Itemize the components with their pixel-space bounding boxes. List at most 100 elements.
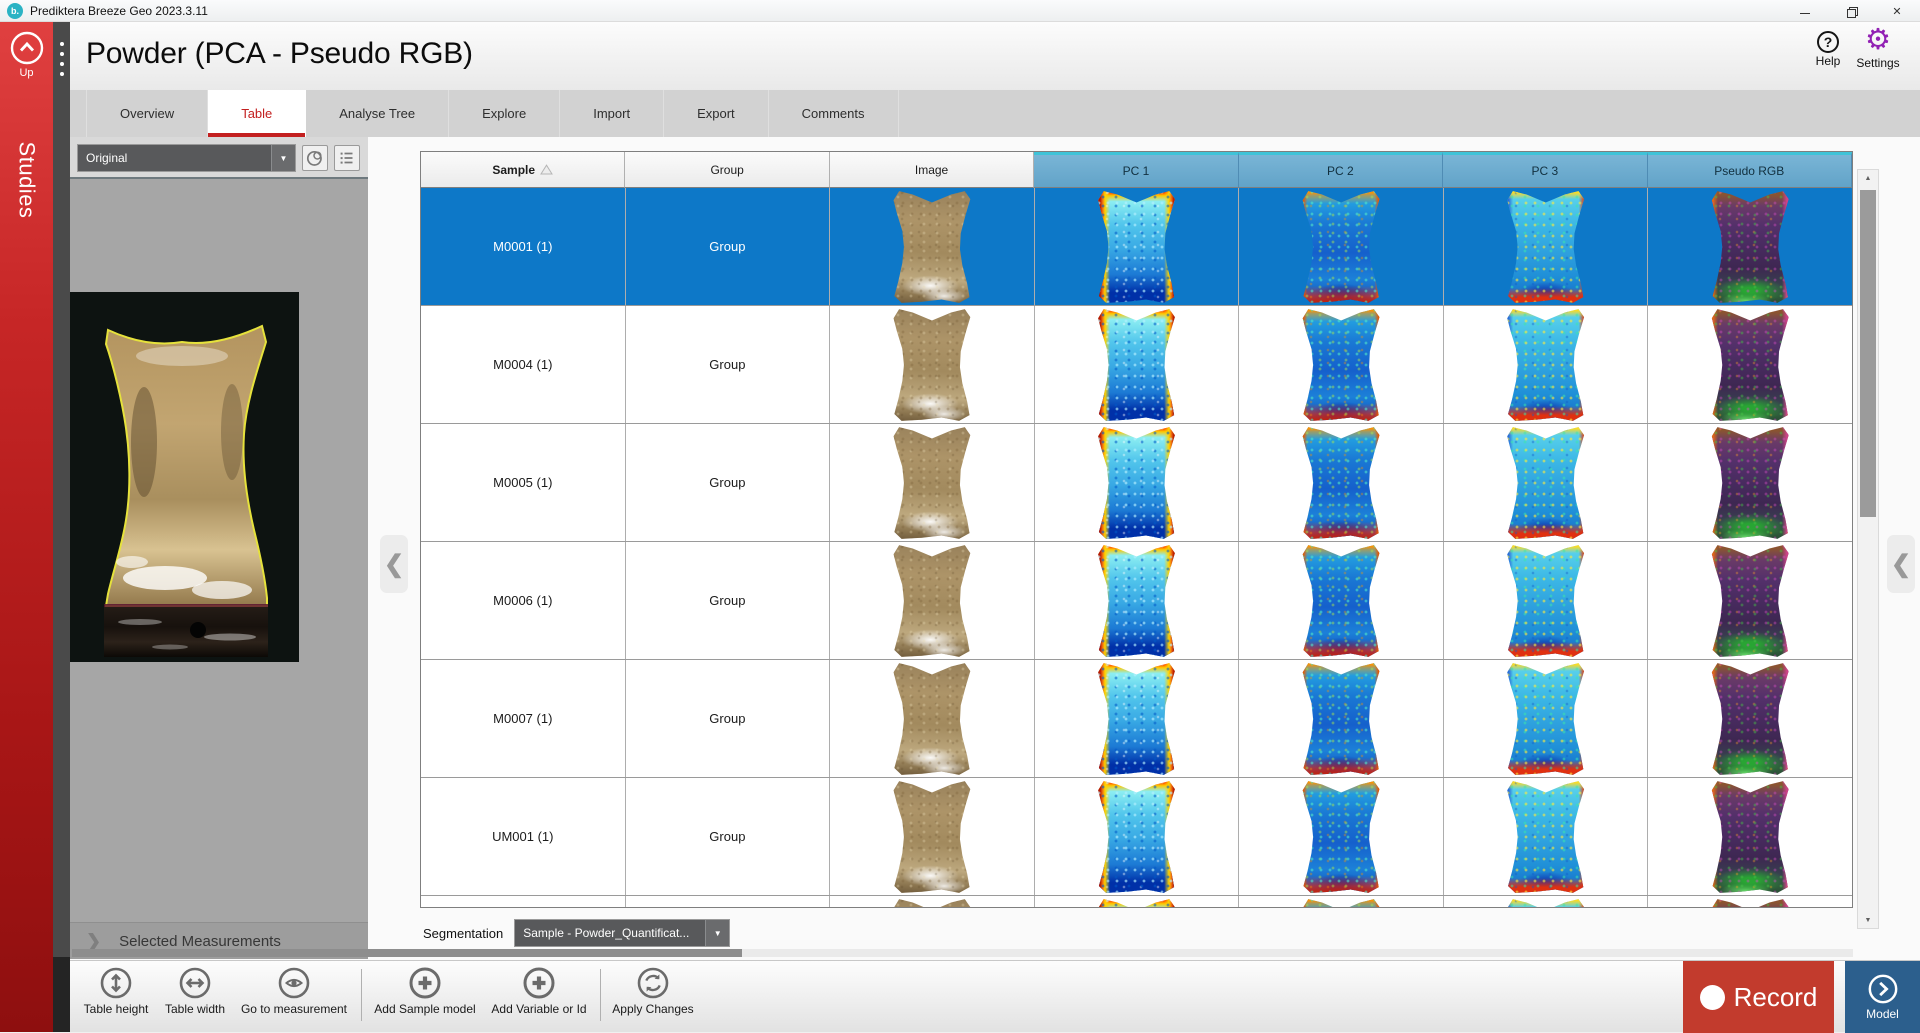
up-button[interactable]: Up: [0, 30, 53, 79]
cell-pseudo-image: [1648, 188, 1852, 305]
bottom-toolbar: Table heightTable widthGo to measurement…: [70, 960, 1920, 1032]
scroll-up-arrow-icon[interactable]: ▲: [1858, 170, 1878, 186]
scrollbar-thumb[interactable]: [72, 949, 742, 957]
image-bag-image: [892, 780, 972, 894]
cell-pc3-image: [1444, 778, 1649, 895]
image-bag-image: [892, 662, 972, 776]
cell-sample: M0007 (1): [421, 660, 626, 777]
drag-handle-dots-icon[interactable]: [53, 42, 70, 76]
cell-image-image: [830, 778, 1035, 895]
record-button[interactable]: Record: [1683, 961, 1834, 1033]
horizontal-scrollbar[interactable]: [72, 949, 1853, 957]
scroll-down-arrow-icon[interactable]: ▼: [1858, 912, 1878, 928]
pc1-bag-image: [1097, 308, 1177, 422]
toolbar-add-sample-model[interactable]: Add Sample model: [368, 966, 482, 1016]
toolbar-item-label: Apply Changes: [596, 1002, 710, 1016]
pc3-bag-image: [1506, 308, 1586, 422]
tab-export[interactable]: Export: [664, 90, 769, 137]
cell-pseudo-image: [1648, 896, 1852, 907]
table-row[interactable]: [421, 896, 1852, 907]
vertical-scrollbar[interactable]: ▲ ▼: [1857, 169, 1879, 929]
toolbar-item-label: Go to measurement: [237, 1002, 351, 1016]
tab-overview[interactable]: Overview: [86, 90, 208, 137]
page-header: Powder (PCA - Pseudo RGB) ? Help ⚙ Setti…: [70, 22, 1920, 90]
cell-pc2-image: [1239, 306, 1444, 423]
pc2-bag-image: [1301, 898, 1381, 907]
eye-icon: [237, 966, 351, 1000]
studies-tab[interactable]: Studies: [0, 100, 53, 260]
image-bag-image: [892, 898, 972, 907]
collapse-left-panel-button[interactable]: ❮: [380, 535, 408, 593]
settings-button[interactable]: ⚙ Settings: [1850, 25, 1906, 70]
chevron-right-circle-icon: [1867, 973, 1899, 1005]
display-mode-dropdown[interactable]: Original ▼: [78, 145, 295, 171]
column-header-label: PC 3: [1531, 164, 1558, 178]
tab-analyse-tree[interactable]: Analyse Tree: [306, 90, 449, 137]
table-row[interactable]: M0001 (1)Group: [421, 188, 1852, 306]
toolbar-table-width[interactable]: Table width: [138, 966, 252, 1016]
pc3-bag-image: [1506, 780, 1586, 894]
cell-image-image: [830, 306, 1035, 423]
column-header-label: Pseudo RGB: [1714, 164, 1784, 178]
table-row[interactable]: M0007 (1)Group: [421, 660, 1852, 778]
up-label: Up: [0, 67, 53, 79]
column-header-group[interactable]: Group: [625, 152, 829, 188]
cell-pc3-image: [1444, 424, 1649, 541]
dropdown-arrow-icon[interactable]: ▼: [271, 145, 295, 171]
pc1-bag-image: [1097, 662, 1177, 776]
pc3-bag-image: [1506, 426, 1586, 540]
chevron-left-icon: ❮: [1891, 550, 1911, 579]
cell-sample: M0005 (1): [421, 424, 626, 541]
cell-group: Group: [626, 188, 831, 305]
pc2-bag-image: [1301, 780, 1381, 894]
chevron-left-icon: ❮: [384, 550, 404, 579]
model-button[interactable]: Model: [1845, 961, 1920, 1033]
cell-pc3-image: [1444, 896, 1649, 907]
selected-measurements-label: Selected Measurements: [119, 933, 281, 950]
toolbar-apply-changes[interactable]: Apply Changes: [596, 966, 710, 1016]
help-button[interactable]: ? Help: [1806, 31, 1850, 68]
tab-explore[interactable]: Explore: [449, 90, 560, 137]
cell-pc1-image: [1035, 660, 1240, 777]
table-row[interactable]: M0006 (1)Group: [421, 542, 1852, 660]
table-row[interactable]: M0004 (1)Group: [421, 306, 1852, 424]
list-view-button[interactable]: [334, 145, 360, 171]
cell-group: Group: [626, 306, 831, 423]
column-header-pc-2[interactable]: PC 2: [1239, 152, 1443, 188]
cell-pc3-image: [1444, 660, 1649, 777]
segmentation-dropdown[interactable]: Sample - Powder_Quantificat... ▼: [515, 920, 729, 946]
table-row[interactable]: M0005 (1)Group: [421, 424, 1852, 542]
table-header-row: SampleGroupImagePC 1PC 2 PC 3 Pseudo RGB: [421, 152, 1852, 188]
collapse-right-panel-button[interactable]: ❮: [1887, 535, 1915, 593]
window-title: Prediktera Breeze Geo 2023.3.11: [30, 4, 208, 18]
column-header-sample[interactable]: Sample: [421, 152, 625, 188]
column-header-image[interactable]: Image: [830, 152, 1034, 188]
pc2-bag-image: [1301, 426, 1381, 540]
segmentation-label: Segmentation: [423, 926, 503, 941]
title-bar: b. Prediktera Breeze Geo 2023.3.11 ✕: [0, 0, 1920, 22]
sort-indicator-icon: [540, 164, 553, 175]
rail-footer: [53, 957, 70, 1032]
toolbar-item-label: Add Variable or Id: [482, 1002, 596, 1016]
minimize-button[interactable]: [1782, 0, 1828, 22]
restore-icon: [1847, 7, 1856, 16]
toolbar-go-to-measurement[interactable]: Go to measurement: [237, 966, 351, 1016]
cell-group: [626, 896, 831, 907]
app-window: b. Prediktera Breeze Geo 2023.3.11 ✕ Up …: [0, 0, 1920, 1032]
close-button[interactable]: ✕: [1874, 0, 1920, 22]
toolbar-add-variable-or-id[interactable]: Add Variable or Id: [482, 966, 596, 1016]
column-header-pc-3[interactable]: PC 3: [1443, 152, 1647, 188]
pc3-bag-image: [1506, 898, 1586, 907]
tab-comments[interactable]: Comments: [769, 90, 899, 137]
restore-button[interactable]: [1828, 0, 1874, 22]
tab-import[interactable]: Import: [560, 90, 664, 137]
overlay-toggle-button[interactable]: [302, 145, 328, 171]
dropdown-arrow-icon[interactable]: ▼: [705, 920, 729, 946]
table-row[interactable]: UM001 (1)Group: [421, 778, 1852, 896]
tab-table[interactable]: Table: [208, 90, 306, 137]
column-header-pseudo-rgb[interactable]: Pseudo RGB: [1648, 152, 1852, 188]
cell-image-image: [830, 896, 1035, 907]
column-header-pc-1[interactable]: PC 1: [1034, 152, 1238, 188]
scrollbar-thumb[interactable]: [1860, 190, 1876, 517]
minimize-icon: [1800, 13, 1810, 14]
